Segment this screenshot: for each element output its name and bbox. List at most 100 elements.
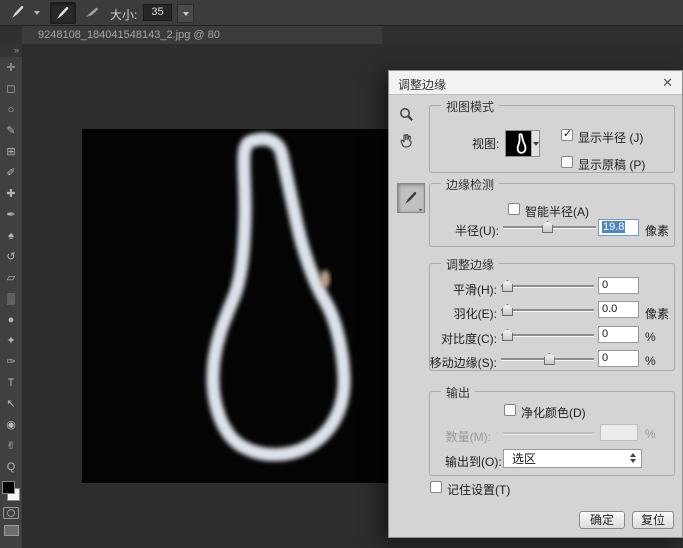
shape-tool[interactable]: ◉ xyxy=(0,415,22,436)
dialog-titlebar[interactable]: 调整边缘 ✕ xyxy=(389,71,682,95)
shift-edge-unit: % xyxy=(645,354,656,368)
move-tool[interactable]: ✛ xyxy=(0,58,22,79)
panel-collapse-button[interactable]: » xyxy=(0,44,22,57)
chevron-down-icon xyxy=(531,131,539,156)
remember-settings-label: 记住设置(T) xyxy=(447,481,510,498)
hand-tool[interactable]: ✌ xyxy=(0,436,22,457)
decontaminate-colors-label: 净化颜色(D) xyxy=(521,404,586,421)
smooth-value[interactable]: 0 xyxy=(598,277,639,294)
lasso-tool[interactable]: ○ xyxy=(0,100,22,121)
hand-tool-icon[interactable] xyxy=(399,132,414,151)
amount-value xyxy=(600,424,638,441)
amount-slider xyxy=(503,427,594,439)
eraser-tool[interactable]: ▱ xyxy=(0,268,22,289)
history-brush-tool[interactable]: ↺ xyxy=(0,247,22,268)
dodge-tool[interactable]: ✦ xyxy=(0,331,22,352)
chevron-down-icon xyxy=(183,12,189,16)
zoom-tool[interactable]: Q xyxy=(0,457,22,478)
reset-button[interactable]: 复位 xyxy=(632,511,674,529)
show-radius-checkbox[interactable] xyxy=(561,129,573,141)
contrast-slider[interactable] xyxy=(501,329,594,341)
tool-preset-button[interactable] xyxy=(5,2,31,22)
smooth-slider[interactable] xyxy=(501,280,594,292)
contrast-label: 对比度(C): xyxy=(411,330,497,347)
document-tab-title: 9248108_184041548143_2.jpg @ 80 xyxy=(38,29,220,41)
quick-mask-button[interactable] xyxy=(3,507,19,519)
path-selection-tool[interactable]: ↖ xyxy=(0,394,22,415)
view-thumbnail-dropdown[interactable] xyxy=(505,130,540,157)
contrast-value[interactable]: 0 xyxy=(598,326,639,343)
zoom-tool-icon[interactable] xyxy=(399,107,414,125)
slider-knob[interactable] xyxy=(502,280,513,292)
brush-size-dropdown-button[interactable] xyxy=(177,4,194,23)
output-to-select[interactable]: 选区 xyxy=(503,449,642,468)
gradient-tool[interactable]: ▒ xyxy=(0,289,22,310)
slider-knob[interactable] xyxy=(502,304,513,316)
output-to-label: 输出到(O): xyxy=(445,453,502,470)
spinner-arrows-icon xyxy=(630,453,636,463)
pen-tool[interactable]: ✑ xyxy=(0,352,22,373)
shift-edge-label: 移动边缘(S): xyxy=(411,354,497,371)
radius-unit: 像素 xyxy=(645,222,669,239)
blur-tool[interactable]: ● xyxy=(0,310,22,331)
smart-radius-label: 智能半径(A) xyxy=(525,203,589,220)
eraser-brush-icon xyxy=(84,4,100,20)
brush-icon xyxy=(10,4,26,20)
pear-edge-outline xyxy=(213,139,344,455)
slider-knob[interactable] xyxy=(544,353,555,365)
radius-label: 半径(U): xyxy=(447,222,499,239)
quick-selection-tool[interactable]: ✎ xyxy=(0,121,22,142)
edge-detection-legend: 边缘检测 xyxy=(441,176,499,193)
refine-radius-tool-button-dialog[interactable] xyxy=(397,183,425,213)
close-icon[interactable]: ✕ xyxy=(662,75,673,91)
feather-value[interactable]: 0.0 xyxy=(598,301,639,318)
crop-tool[interactable]: ⊞ xyxy=(0,142,22,163)
tools-panel: » ✛◻○✎⊞✐✚✒♠↺▱▒●✦✑T↖◉✌Q xyxy=(0,44,23,548)
image-canvas[interactable] xyxy=(82,129,388,483)
eyedropper-tool[interactable]: ✐ xyxy=(0,163,22,184)
radius-slider[interactable] xyxy=(503,221,596,233)
brush-tool[interactable]: ✒ xyxy=(0,205,22,226)
decontaminate-colors-checkbox[interactable] xyxy=(504,404,516,416)
slider-knob[interactable] xyxy=(502,329,513,341)
foreground-color-swatch[interactable] xyxy=(2,481,15,494)
marquee-tool[interactable]: ◻ xyxy=(0,79,22,100)
refine-edge-dialog: 调整边缘 ✕ 视图模式 视图: 显示半径 (J) 显示原稿 (P) xyxy=(388,70,683,538)
screen-mode-button[interactable] xyxy=(4,525,19,536)
tool-preset-caret-icon[interactable] xyxy=(34,11,40,15)
tab-bar: 9248108_184041548143_2.jpg @ 80 xyxy=(0,26,683,44)
erase-refinements-tool-button[interactable] xyxy=(80,2,104,22)
type-tool[interactable]: T xyxy=(0,373,22,394)
amount-label: 数量(M): xyxy=(429,428,491,445)
quick-mask-icon xyxy=(7,509,15,517)
feather-slider[interactable] xyxy=(501,304,594,316)
edge-color-spot xyxy=(320,270,330,288)
brush-size-value[interactable]: 35 xyxy=(143,4,172,21)
shift-edge-value[interactable]: 0 xyxy=(598,350,639,367)
refine-radius-tool-button[interactable] xyxy=(50,2,76,24)
photoshop-window: 大小: 35 9248108_184041548143_2.jpg @ 80 »… xyxy=(0,0,683,548)
remember-settings-checkbox[interactable] xyxy=(430,481,442,493)
dialog-title: 调整边缘 xyxy=(398,76,446,93)
show-original-checkbox[interactable] xyxy=(561,156,573,168)
feather-unit: 像素 xyxy=(645,305,669,322)
options-bar: 大小: 35 xyxy=(0,0,683,26)
healing-brush-tool[interactable]: ✚ xyxy=(0,184,22,205)
slider-knob[interactable] xyxy=(542,221,553,233)
output-to-value: 选区 xyxy=(512,450,536,467)
ok-button[interactable]: 确定 xyxy=(579,511,625,529)
view-mode-legend: 视图模式 xyxy=(441,98,499,115)
amount-unit: % xyxy=(645,427,656,441)
clone-stamp-tool[interactable]: ♠ xyxy=(0,226,22,247)
chevron-icon xyxy=(418,205,424,211)
radius-value[interactable]: 19.8 xyxy=(598,219,639,236)
contrast-unit: % xyxy=(645,330,656,344)
shift-edge-slider[interactable] xyxy=(501,353,594,365)
smart-radius-checkbox[interactable] xyxy=(508,203,520,215)
smooth-label: 平滑(H): xyxy=(411,281,497,298)
feather-label: 羽化(E): xyxy=(411,305,497,322)
document-tab[interactable]: 9248108_184041548143_2.jpg @ 80 xyxy=(22,26,382,44)
color-swatches[interactable] xyxy=(2,481,20,501)
brush-size-label: 大小: xyxy=(110,6,137,23)
view-thumbnail xyxy=(506,131,531,156)
